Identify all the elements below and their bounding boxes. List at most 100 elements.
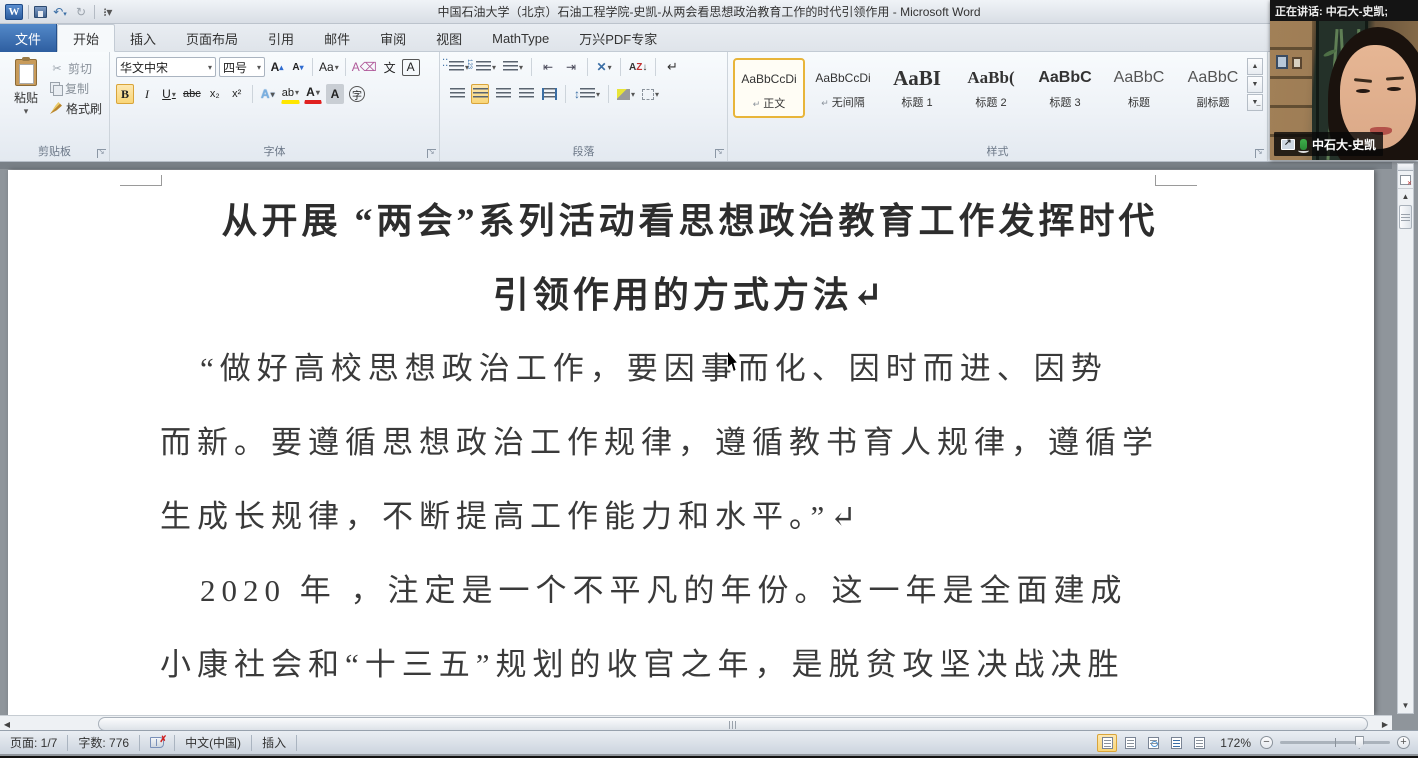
font-size-combo[interactable]: 四号▾ <box>219 57 265 77</box>
save-button[interactable] <box>34 6 47 18</box>
document-page[interactable]: 从开展 “两会”系列活动看思想政治教育工作发挥时代 引领作用的方式方法↵ “做好… <box>8 170 1374 715</box>
print-layout-view-button[interactable] <box>1097 734 1117 752</box>
subscript-button[interactable]: x₂ <box>206 84 224 104</box>
split-handle[interactable] <box>1398 164 1413 171</box>
shading-button[interactable]: ▾ <box>616 84 636 104</box>
numbering-button[interactable]: ▾ <box>475 57 497 77</box>
outline-view-button[interactable] <box>1166 734 1186 752</box>
style-scroll-down-button[interactable]: ▼ <box>1247 76 1263 93</box>
customize-qat-button[interactable]: ᎒▾ <box>100 4 116 20</box>
superscript-button[interactable]: x² <box>228 84 246 104</box>
insert-mode-indicator[interactable]: 插入 <box>252 735 297 751</box>
document-area[interactable]: 从开展 “两会”系列活动看思想政治教育工作发挥时代 引领作用的方式方法↵ “做好… <box>0 162 1392 715</box>
proofing-error-icon <box>150 737 164 748</box>
tab-page-layout[interactable]: 页面布局 <box>171 24 253 52</box>
tab-file[interactable]: 文件 <box>0 24 57 52</box>
font-color-button[interactable]: A▾ <box>304 84 322 104</box>
borders-button[interactable]: ▾ <box>641 84 660 104</box>
bold-button[interactable]: B <box>116 84 134 104</box>
tab-view[interactable]: 视图 <box>421 24 477 52</box>
show-hide-marks-button[interactable]: ↵ <box>663 57 681 77</box>
dialog-launcher-icon[interactable] <box>1255 149 1264 158</box>
style-heading-2[interactable]: AaBb( 标题 2 <box>955 58 1027 118</box>
redo-button[interactable]: ↻ <box>73 5 89 19</box>
tab-mailings[interactable]: 邮件 <box>309 24 365 52</box>
justify-button[interactable] <box>517 84 535 104</box>
word-count[interactable]: 字数: 776 <box>68 735 140 751</box>
cut-button[interactable]: ✂ 剪切 <box>50 58 108 78</box>
tab-references[interactable]: 引用 <box>253 24 309 52</box>
zoom-level[interactable]: 172% <box>1220 736 1251 750</box>
ribbon-home: 粘贴 ▾ ✂ 剪切 复制 格式刷 剪贴板 <box>0 52 1418 162</box>
clear-formatting-button[interactable]: A⌫ <box>351 57 378 77</box>
multilevel-list-button[interactable]: ▾ <box>502 57 524 77</box>
tab-wanxing-pdf[interactable]: 万兴PDF专家 <box>564 24 672 52</box>
tab-mathtype[interactable]: MathType <box>477 24 564 52</box>
fullscreen-reading-view-button[interactable] <box>1120 734 1140 752</box>
scroll-up-button[interactable]: ▲ <box>1398 189 1413 204</box>
undo-button[interactable]: ↶▾ <box>52 5 68 19</box>
word-app-icon[interactable]: W <box>5 4 23 20</box>
zoom-out-button[interactable]: − <box>1260 736 1273 749</box>
proofing-status[interactable] <box>140 735 175 751</box>
ruler-toggle-button[interactable] <box>1398 171 1413 189</box>
scroll-down-button[interactable]: ▼ <box>1398 698 1413 713</box>
strikethrough-button[interactable]: abc <box>182 84 202 104</box>
group-paragraph: ▾ ▾ ▾ ⇤ ⇥ ✕▾ AZ↓ ↵ ↕▾ <box>440 52 728 161</box>
align-left-button[interactable] <box>448 84 466 104</box>
font-name-combo[interactable]: 华文中宋▾ <box>116 57 216 77</box>
align-center-button[interactable] <box>471 84 489 104</box>
dialog-launcher-icon[interactable] <box>97 149 106 158</box>
web-layout-view-button[interactable] <box>1143 734 1163 752</box>
paste-button[interactable]: 粘贴 ▾ <box>6 56 46 136</box>
tab-insert[interactable]: 插入 <box>115 24 171 52</box>
dialog-launcher-icon[interactable] <box>715 149 724 158</box>
copy-button[interactable]: 复制 <box>50 78 108 98</box>
draft-view-button[interactable] <box>1189 734 1209 752</box>
increase-indent-button[interactable]: ⇥ <box>562 57 580 77</box>
page-indicator[interactable]: 页面: 1/7 <box>0 735 68 751</box>
zoom-in-button[interactable]: + <box>1397 736 1410 749</box>
enclose-characters-button[interactable]: 字 <box>348 84 366 104</box>
webcam-overlay[interactable]: 正在讲话: 中石大-史凯; <box>1270 0 1418 160</box>
distribute-button[interactable] <box>540 84 558 104</box>
line-spacing-button[interactable]: ↕▾ <box>573 84 601 104</box>
scroll-right-button[interactable]: ▶ <box>1379 717 1391 731</box>
change-case-button[interactable]: Aa▾ <box>318 57 340 77</box>
align-right-button[interactable] <box>494 84 512 104</box>
style-heading-1[interactable]: AaBI 标题 1 <box>881 58 953 118</box>
doc-body-line: 2020 年 ，注定是一个不平凡的年份。这一年是全面建成 <box>160 554 1220 628</box>
style-subtitle[interactable]: AaBbC 副标题 <box>1177 58 1249 118</box>
style-heading-3[interactable]: AaBbC 标题 3 <box>1029 58 1101 118</box>
document-text[interactable]: 从开展 “两会”系列活动看思想政治教育工作发挥时代 引领作用的方式方法↵ “做好… <box>160 184 1220 702</box>
text-effects-button[interactable]: A▾ <box>259 84 277 104</box>
character-shading-button[interactable]: A <box>326 84 344 104</box>
text-highlight-button[interactable]: ab▾ <box>281 84 300 104</box>
doc-title-line: 引领作用的方式方法↵ <box>160 258 1220 332</box>
style-no-spacing[interactable]: AaBbCcDi ↵ 无间隔 <box>807 58 879 118</box>
vertical-scroll-thumb[interactable] <box>1399 205 1412 229</box>
decrease-indent-button[interactable]: ⇤ <box>539 57 557 77</box>
tab-home[interactable]: 开始 <box>57 24 115 52</box>
zoom-slider[interactable] <box>1280 741 1390 744</box>
phonetic-guide-button[interactable]: 文 <box>381 57 399 77</box>
underline-button[interactable]: U▾ <box>160 84 178 104</box>
style-normal[interactable]: AaBbCcDi ↵ 正文 <box>733 58 805 118</box>
horizontal-scroll-thumb[interactable] <box>98 717 1368 731</box>
sort-button[interactable]: AZ↓ <box>628 57 648 77</box>
grow-font-button[interactable]: A▴ <box>268 57 286 77</box>
zoom-slider-thumb[interactable] <box>1355 736 1364 749</box>
style-gallery-more-button[interactable]: ▼̲ <box>1247 94 1263 111</box>
scroll-left-button[interactable]: ◀ <box>1 717 13 731</box>
italic-button[interactable]: I <box>138 84 156 104</box>
format-painter-button[interactable]: 格式刷 <box>50 98 108 118</box>
style-scroll-up-button[interactable]: ▲ <box>1247 58 1263 75</box>
shrink-font-button[interactable]: A▾ <box>289 57 307 77</box>
asian-layout-button[interactable]: ✕▾ <box>595 57 613 77</box>
tab-review[interactable]: 审阅 <box>365 24 421 52</box>
language-indicator[interactable]: 中文(中国) <box>175 735 252 751</box>
dialog-launcher-icon[interactable] <box>427 149 436 158</box>
style-title[interactable]: AaBbC 标题 <box>1103 58 1175 118</box>
character-border-button[interactable]: A <box>402 59 420 76</box>
vertical-scrollbar[interactable]: ▲ ▼ <box>1397 163 1414 714</box>
